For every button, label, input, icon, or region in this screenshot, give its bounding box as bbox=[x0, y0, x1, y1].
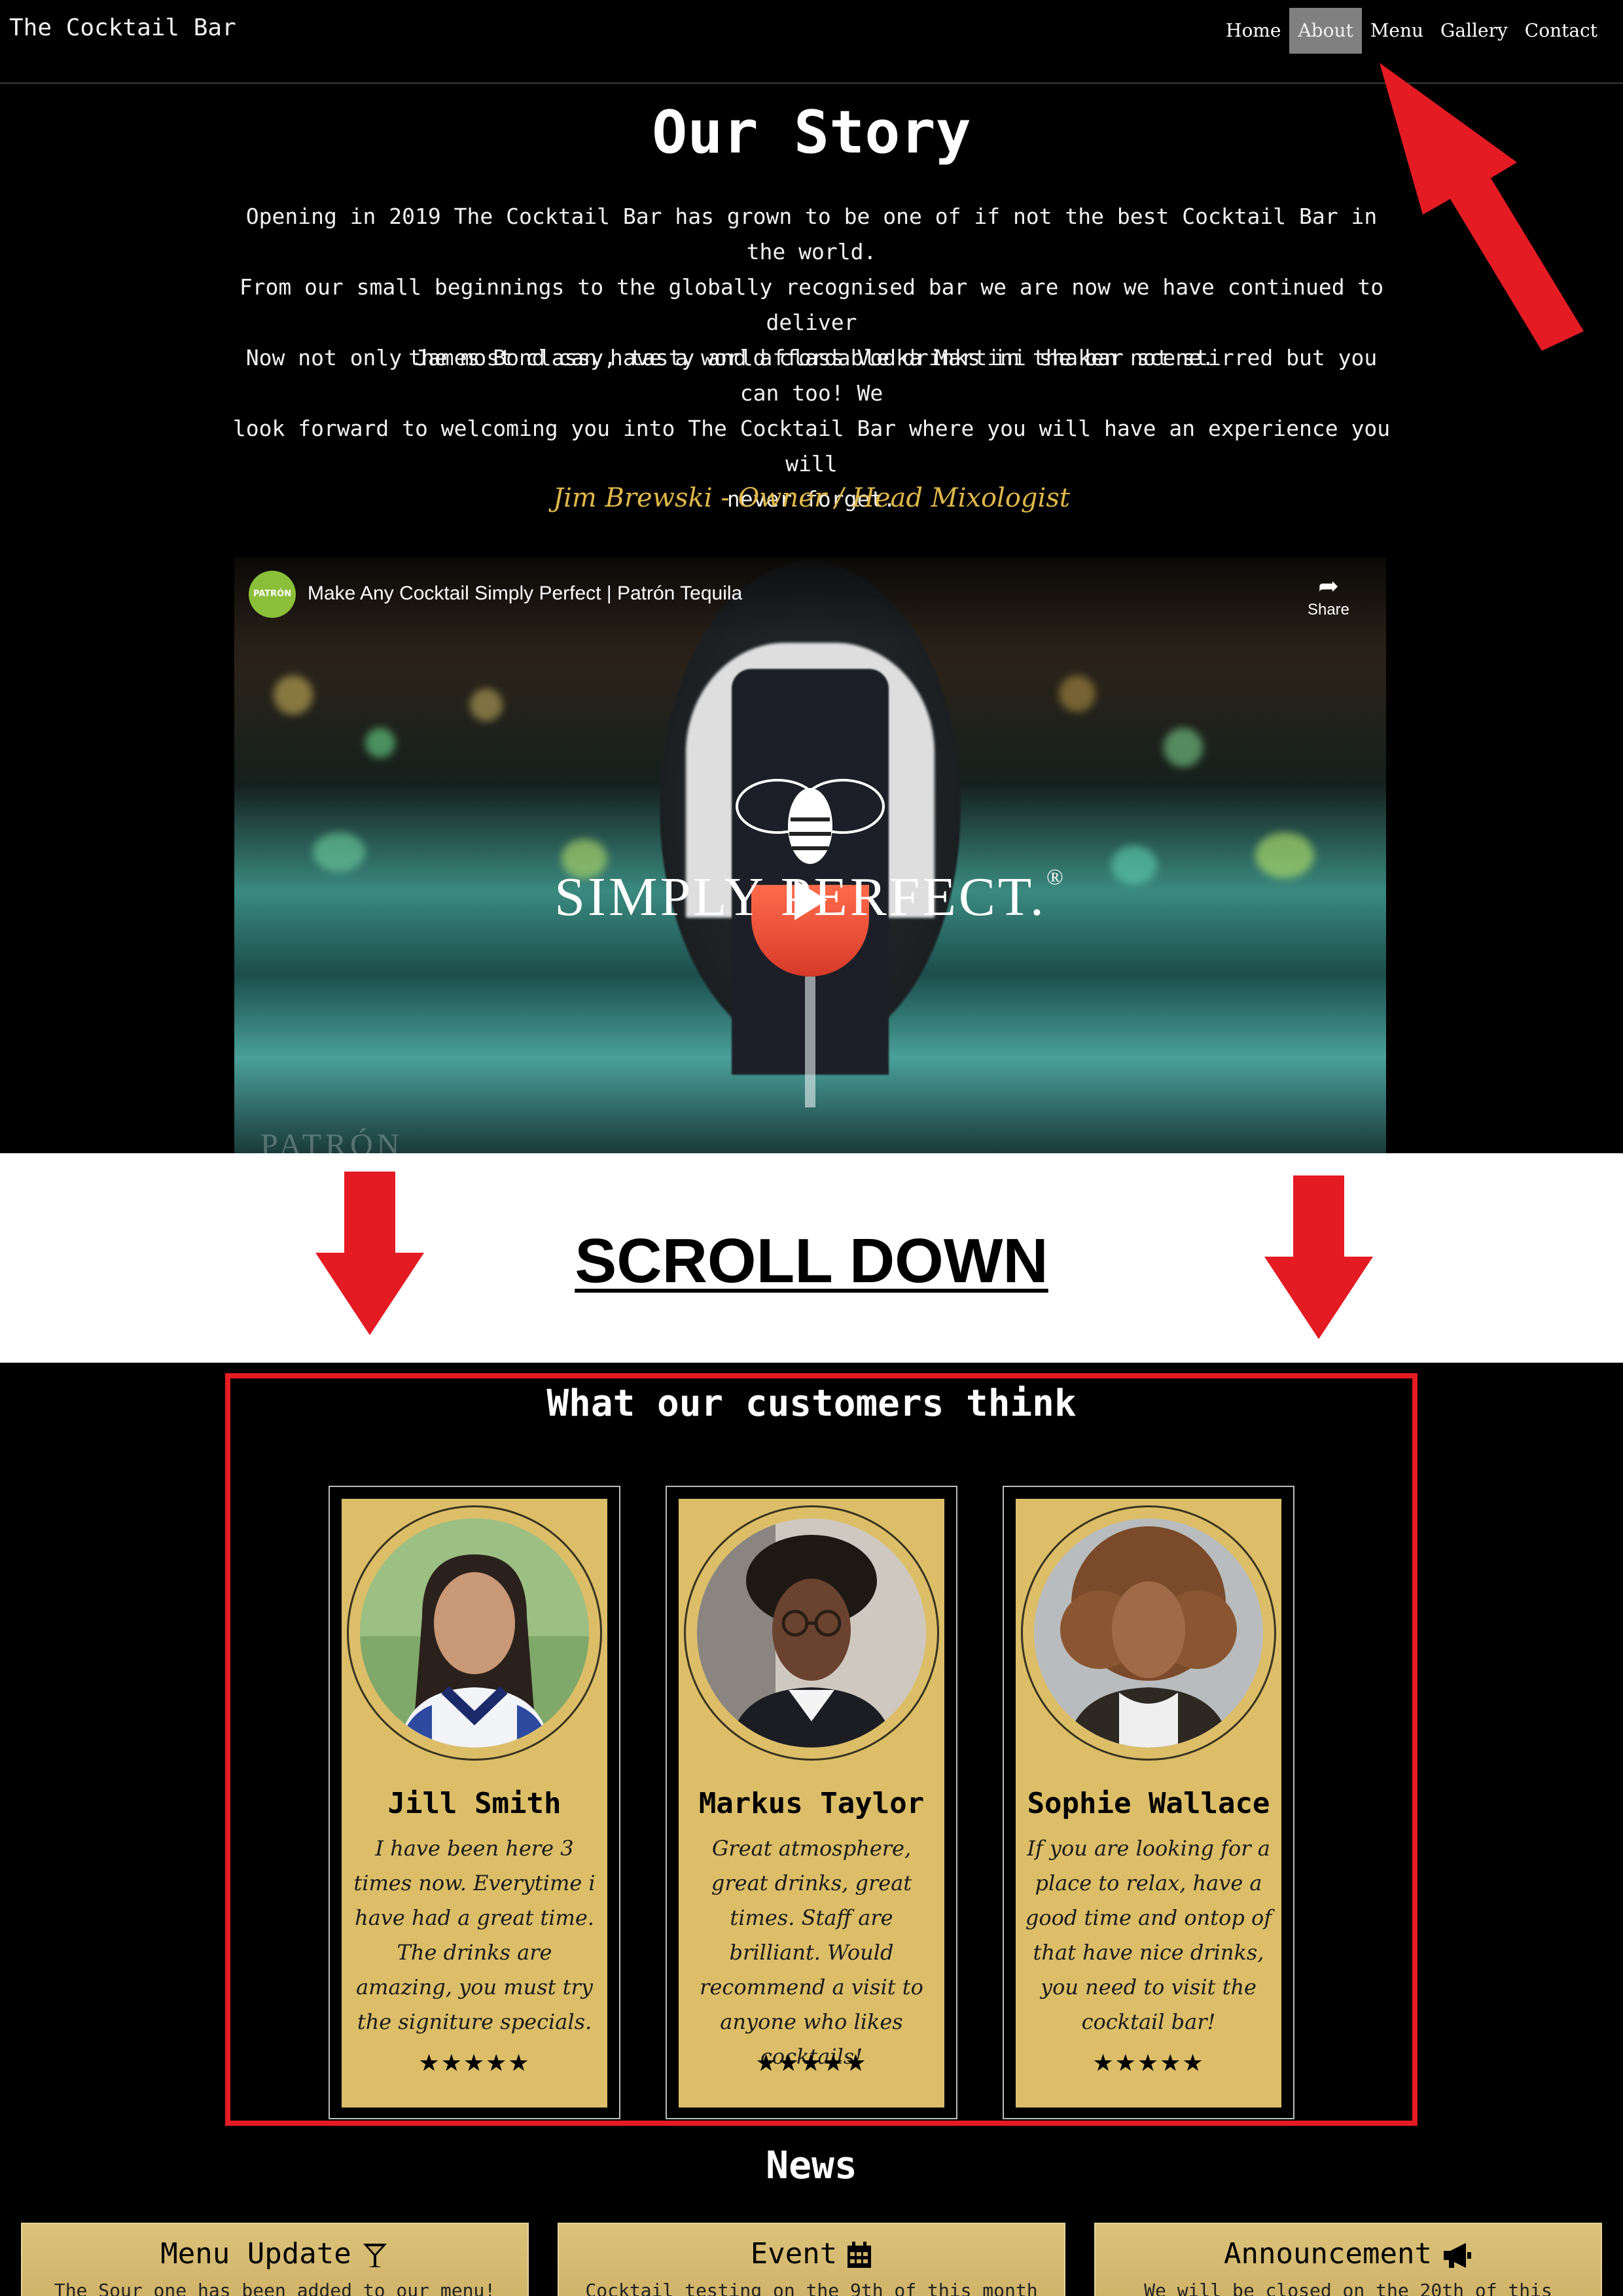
avatar-ring bbox=[347, 1505, 602, 1761]
story-line: Now not only James Bond can have a world… bbox=[245, 345, 1378, 406]
news-heading: Announcement bbox=[1096, 2237, 1601, 2270]
story-line: From our small beginnings to the globall… bbox=[239, 274, 1384, 335]
news-body: The Sour one has been added to our menu! bbox=[54, 2280, 496, 2296]
news-body: We will be closed on the 20th of this bbox=[1144, 2280, 1552, 2296]
avatar bbox=[697, 1518, 926, 1748]
news-card-event: Event Cocktail testing on the 9th of thi… bbox=[558, 2223, 1065, 2296]
scroll-down-label: SCROLL DOWN bbox=[575, 1226, 1048, 1296]
nav-link-home[interactable]: Home bbox=[1217, 8, 1289, 54]
news-heading-label: Menu Update bbox=[160, 2237, 351, 2270]
news-card-announcement: Announcement We will be closed on the 20… bbox=[1094, 2223, 1602, 2296]
story-line: look forward to welcoming you into The C… bbox=[232, 416, 1391, 476]
testimonial-card-sophie: Sophie Wallace If you are looking for a … bbox=[1003, 1486, 1294, 2119]
testimonial-card-body: Sophie Wallace If you are looking for a … bbox=[1016, 1499, 1281, 2108]
news-heading-label: Event bbox=[750, 2237, 838, 2270]
star-rating-icon: ★★★★★ bbox=[755, 2050, 868, 2077]
news-heading-label: Announcement bbox=[1224, 2237, 1432, 2270]
story-line: Opening in 2019 The Cocktail Bar has gro… bbox=[245, 204, 1378, 264]
review-quote: If you are looking for a place to relax,… bbox=[1025, 1836, 1272, 2034]
owner-signature: Jim Brewski - Owner / Head Mixologist bbox=[553, 483, 1070, 513]
share-button[interactable]: ➦ Share bbox=[1302, 572, 1355, 619]
bokeh-light bbox=[470, 689, 503, 721]
bokeh-light bbox=[1059, 675, 1096, 712]
nav-link-about[interactable]: About bbox=[1289, 8, 1362, 54]
calendar-icon bbox=[847, 2242, 872, 2268]
review-quote: Great atmosphere, great drinks, great ti… bbox=[700, 1836, 923, 2069]
testimonial-card-body: Jill Smith I have been here 3 times now.… bbox=[342, 1499, 607, 2108]
review-quote: I have been here 3 times now. Everytime … bbox=[353, 1836, 596, 2034]
avatar-portrait-icon bbox=[697, 1518, 926, 1748]
bee-logo-icon bbox=[736, 779, 885, 864]
megaphone-icon bbox=[1443, 2243, 1471, 2268]
share-arrow-icon: ➦ bbox=[1318, 573, 1339, 600]
share-label: Share bbox=[1307, 601, 1350, 619]
scroll-down-banner: SCROLL DOWN bbox=[0, 1153, 1623, 1363]
testimonials-title: What our customers think bbox=[546, 1382, 1077, 1425]
cocktail-glass-icon bbox=[363, 2244, 387, 2267]
registered-mark: ® bbox=[1046, 865, 1066, 889]
avatar bbox=[1034, 1518, 1263, 1748]
avatar-portrait-icon bbox=[360, 1518, 589, 1748]
reviewer-name: Jill Smith bbox=[387, 1787, 562, 1820]
bokeh-light bbox=[274, 675, 313, 715]
reviewer-name: Markus Taylor bbox=[698, 1787, 925, 1820]
bokeh-light bbox=[365, 728, 395, 758]
avatar-ring bbox=[684, 1505, 939, 1761]
down-arrow-icon bbox=[1264, 1175, 1373, 1339]
channel-logo-icon[interactable]: PATRÓN bbox=[249, 571, 296, 618]
cocktail-glass-stem bbox=[805, 977, 815, 1107]
video-title[interactable]: Make Any Cocktail Simply Perfect | Patró… bbox=[308, 583, 742, 605]
star-rating-icon: ★★★★★ bbox=[418, 2050, 531, 2077]
video-watermark: PATRÓN bbox=[260, 1128, 404, 1153]
play-icon[interactable] bbox=[791, 877, 830, 923]
nav-link-contact[interactable]: Contact bbox=[1516, 8, 1606, 54]
avatar bbox=[360, 1518, 589, 1748]
nav-link-menu[interactable]: Menu bbox=[1362, 8, 1432, 54]
testimonial-card-markus: Markus Taylor Great atmosphere, great dr… bbox=[666, 1486, 957, 2119]
brand-logo[interactable]: The Cocktail Bar bbox=[9, 14, 236, 41]
star-rating-icon: ★★★★★ bbox=[1092, 2050, 1205, 2077]
news-heading: Menu Update bbox=[22, 2237, 527, 2270]
video-embed[interactable]: PATRÓN Make Any Cocktail Simply Perfect … bbox=[234, 558, 1386, 1153]
reviewer-name: Sophie Wallace bbox=[1027, 1787, 1270, 1820]
news-card-menu-update: Menu Update The Sour one has been added … bbox=[21, 2223, 529, 2296]
bokeh-light bbox=[1164, 728, 1203, 767]
nav-link-gallery[interactable]: Gallery bbox=[1432, 8, 1516, 54]
testimonial-card-body: Markus Taylor Great atmosphere, great dr… bbox=[679, 1499, 944, 2108]
avatar-ring bbox=[1021, 1505, 1276, 1761]
story-title: Our Story bbox=[652, 98, 971, 167]
news-body: Cocktail testing on the 9th of this mont… bbox=[585, 2280, 1038, 2296]
testimonial-card-jill: Jill Smith I have been here 3 times now.… bbox=[329, 1486, 620, 2119]
nav-links: Home About Menu Gallery Contact bbox=[1217, 8, 1606, 54]
news-title: News bbox=[766, 2143, 857, 2187]
avatar-portrait-icon bbox=[1034, 1518, 1263, 1748]
news-heading: Event bbox=[559, 2237, 1064, 2270]
